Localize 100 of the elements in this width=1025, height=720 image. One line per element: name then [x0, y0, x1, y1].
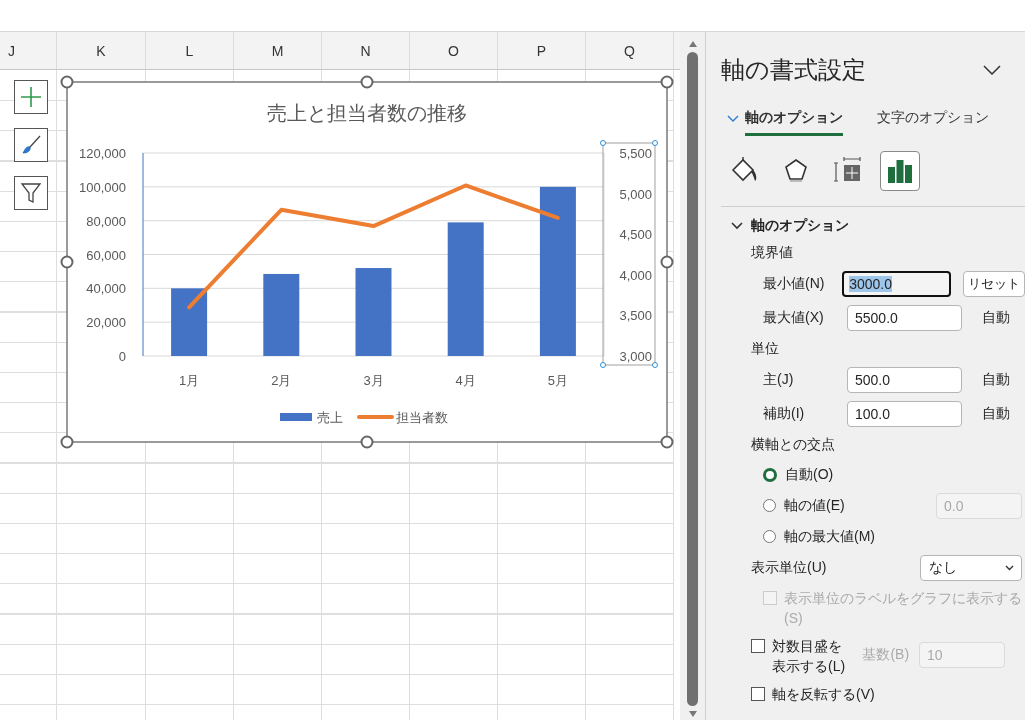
scroll-down-icon[interactable] — [687, 710, 698, 718]
reset-button[interactable]: リセット — [963, 271, 1025, 297]
resize-handle[interactable] — [660, 255, 674, 269]
chart-elements-button[interactable] — [14, 80, 48, 114]
radio-label[interactable]: 軸の値(E) — [784, 496, 936, 515]
radio-button[interactable] — [763, 467, 777, 482]
legend-label: 売上 — [317, 410, 343, 425]
radio-label[interactable]: 軸の最大値(M) — [784, 527, 936, 546]
format-category-tab[interactable] — [880, 151, 920, 191]
chart-styles-button[interactable] — [14, 128, 48, 162]
checkbox[interactable] — [751, 639, 765, 653]
axis-tick-label: 80,000 — [86, 213, 126, 229]
selection-handle[interactable] — [652, 140, 658, 146]
panel-title: 軸の書式設定 — [721, 55, 866, 85]
bar[interactable] — [171, 288, 208, 356]
radio-button[interactable] — [763, 530, 776, 543]
axis-selection-frame[interactable] — [602, 142, 656, 366]
auto-label: 自動 — [982, 371, 1010, 389]
secondary-tick-label: 4,000 — [619, 267, 652, 283]
axis-tick-label: 100,000 — [79, 179, 126, 195]
field-label: 基数(B) — [862, 646, 910, 664]
scroll-up-icon[interactable] — [687, 40, 698, 48]
section-title[interactable]: 軸のオプション — [751, 217, 849, 235]
legend-swatch — [280, 413, 312, 421]
legend-label: 担当者数 — [396, 410, 448, 425]
input-field: 0.0 — [936, 492, 1022, 519]
column-header[interactable]: K — [57, 32, 146, 69]
chart-title: 売上と担当者数の推移 — [267, 102, 467, 124]
resize-handle[interactable] — [60, 435, 74, 449]
category-label: 4月 — [455, 373, 476, 388]
chevron-down-icon[interactable] — [731, 222, 743, 230]
column-header[interactable]: J — [0, 32, 57, 69]
axis-tick-label: 60,000 — [86, 247, 126, 263]
checkbox-label[interactable]: 軸を反転する(V) — [772, 684, 875, 704]
input-field[interactable]: 3000.0 — [842, 271, 951, 297]
radio-label[interactable]: 自動(O) — [785, 465, 937, 484]
input-field: 10 — [919, 642, 1006, 668]
category-label: 1月 — [179, 373, 200, 388]
selection-handle[interactable] — [652, 362, 658, 368]
chart-filters-button[interactable] — [14, 176, 48, 210]
field-label: 補助(I) — [763, 405, 806, 423]
resize-handle[interactable] — [660, 435, 674, 449]
dropdown[interactable]: なし — [920, 555, 1022, 581]
secondary-tick-label: 3,500 — [619, 308, 652, 324]
line-series[interactable] — [187, 183, 560, 310]
caret-icon — [1005, 565, 1014, 571]
selection-handle[interactable] — [600, 140, 606, 146]
tab[interactable]: 文字のオプション — [877, 102, 989, 136]
dropdown-label: 表示単位(U) — [751, 559, 827, 577]
bar[interactable] — [447, 222, 484, 356]
input-field[interactable]: 100.0 — [847, 401, 962, 427]
auto-label: 自動 — [982, 405, 1010, 423]
selection-handle[interactable] — [600, 362, 606, 368]
auto-label: 自動 — [982, 309, 1010, 327]
checkbox-label: 表示単位のラベルをグラフに表示する(S) — [784, 589, 1023, 628]
bar-chart-icon — [886, 157, 914, 185]
vertical-scrollbar[interactable] — [680, 32, 705, 720]
axis-tick-label: 20,000 — [86, 315, 126, 331]
resize-handle[interactable] — [60, 255, 74, 269]
secondary-tick-label: 5,000 — [619, 186, 652, 202]
column-header[interactable]: N — [322, 32, 410, 69]
category-label: 5月 — [547, 373, 568, 388]
bar[interactable] — [263, 273, 300, 356]
column-header[interactable]: M — [234, 32, 322, 69]
legend-line — [357, 415, 394, 419]
chevron-down-icon — [727, 115, 739, 123]
input-field[interactable]: 500.0 — [847, 367, 962, 393]
funnel-icon — [19, 181, 43, 205]
group-label: 横軸との交点 — [751, 435, 836, 454]
resize-handle[interactable] — [60, 75, 74, 89]
column-header[interactable]: Q — [586, 32, 674, 69]
resize-handle[interactable] — [360, 75, 374, 89]
group-label: 境界値 — [751, 243, 794, 262]
field-label: 主(J) — [763, 371, 795, 389]
bar[interactable] — [539, 186, 576, 356]
resize-handle[interactable] — [660, 75, 674, 89]
field-label: 最大値(X) — [763, 309, 825, 327]
category-label: 2月 — [271, 373, 292, 388]
column-header[interactable]: P — [498, 32, 586, 69]
field-label: 最小値(N) — [763, 275, 826, 293]
plus-icon — [19, 85, 43, 109]
radio-button[interactable] — [763, 499, 776, 512]
column-header[interactable]: O — [410, 32, 498, 69]
paintbrush-icon — [19, 133, 43, 157]
scrollbar-thumb[interactable] — [687, 52, 698, 706]
secondary-tick-label: 3,000 — [619, 349, 652, 364]
column-header[interactable]: L — [146, 32, 234, 69]
secondary-tick-label: 5,500 — [619, 146, 652, 161]
tab[interactable]: 軸のオプション — [745, 102, 843, 136]
checkbox-label[interactable]: 対数目盛を表示する(L) — [772, 636, 851, 676]
category-label: 3月 — [363, 373, 384, 388]
secondary-tick-label: 4,500 — [619, 227, 652, 243]
resize-handle[interactable] — [360, 435, 374, 449]
axis-tick-label: 40,000 — [86, 281, 126, 297]
axis-tick-label: 0 — [118, 349, 126, 364]
input-field[interactable]: 5500.0 — [847, 305, 962, 331]
checkbox[interactable] — [751, 687, 765, 701]
axis-tick-label: 120,000 — [79, 146, 126, 161]
chevron-down-icon[interactable] — [983, 65, 1001, 75]
chart[interactable]: 売上と担当者数の推移 0 20,000 40,000 60,000 80,000 100,000 120,000 1月 2月 3月 4月 5月 3,000 3,500 4,000 4,500 5,000 5,500 売上 担当者数 — [57, 72, 677, 452]
